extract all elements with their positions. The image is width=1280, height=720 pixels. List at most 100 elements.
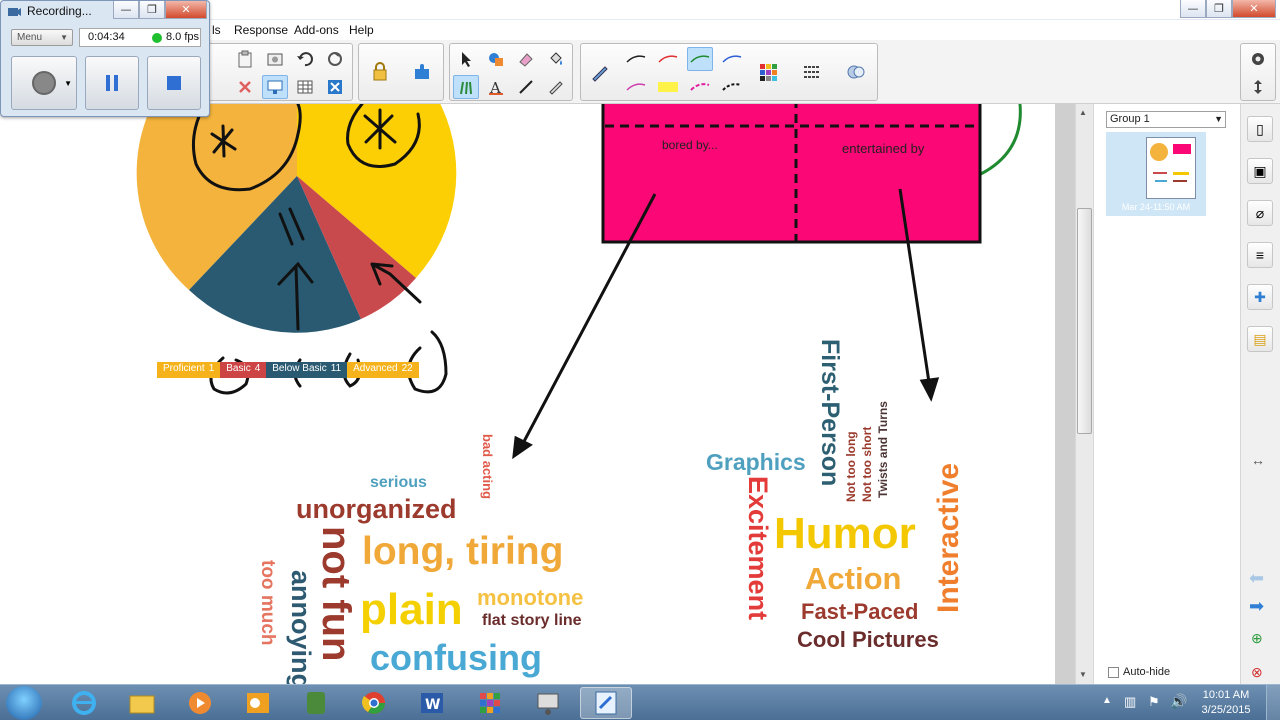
pens-icon[interactable]	[453, 75, 479, 99]
group-select[interactable]: Group 1 ▼	[1106, 111, 1226, 128]
action-center-icon[interactable]: ⚑	[1148, 694, 1160, 710]
recorder-close-button[interactable]: ✕	[165, 1, 207, 19]
taskbar-presenter-icon[interactable]	[522, 687, 574, 719]
redo-icon[interactable]	[322, 47, 348, 71]
lock-icon[interactable]	[367, 60, 393, 84]
elapsed-time: 0:04:34	[88, 31, 125, 43]
delete-icon[interactable]	[232, 75, 258, 99]
color-palette-icon[interactable]	[755, 60, 781, 84]
word-humor: Humor	[774, 509, 916, 558]
move-toolbar-icon[interactable]	[1245, 75, 1271, 99]
system-clock[interactable]: 10:01 AM 3/25/2015	[1196, 688, 1256, 718]
auto-hide-checkbox[interactable]: Auto-hide	[1108, 666, 1170, 678]
menu-help[interactable]: Help	[349, 23, 374, 37]
line-icon[interactable]	[513, 75, 539, 99]
lesson-tab-icon[interactable]: ▤	[1247, 326, 1273, 352]
vertical-scrollbar[interactable]: ▲ ▼	[1075, 104, 1093, 684]
gear-icon[interactable]	[1245, 47, 1271, 71]
taskbar-word-icon[interactable]: W	[406, 687, 458, 719]
side-tabs: ▯ ▣ ⌀ ≡ ✚ ▤ ↔ ⬅ ➡ ⊕ ⊗	[1240, 104, 1280, 684]
magic-pen-icon[interactable]	[543, 75, 569, 99]
taskbar-internet-explorer-icon[interactable]	[58, 687, 110, 719]
pause-icon	[106, 75, 118, 91]
addons-tab-icon[interactable]: ✚	[1247, 284, 1273, 310]
fill-icon[interactable]	[543, 47, 569, 71]
scroll-down-icon[interactable]: ▼	[1079, 670, 1087, 679]
pen-style-black[interactable]	[623, 47, 649, 71]
show-desktop-button[interactable]	[1266, 685, 1280, 720]
volume-icon[interactable]: 🔊	[1170, 693, 1187, 710]
taskbar-outlook-icon[interactable]	[232, 687, 284, 719]
eraser-icon[interactable]	[513, 47, 539, 71]
menu-response[interactable]: Response	[234, 23, 288, 37]
taskbar-chrome-icon[interactable]	[348, 687, 400, 719]
recorder-minimize-button[interactable]: —	[113, 1, 139, 19]
fps-readout: 8.0 fps	[166, 31, 200, 43]
pen-style-pink-dashed[interactable]	[687, 75, 713, 99]
minimize-button[interactable]: —	[1180, 0, 1206, 18]
word-not-too-short: Not too short	[860, 426, 874, 502]
text-icon[interactable]: A	[483, 75, 509, 99]
pen-icon[interactable]	[587, 60, 613, 84]
add-page-icon[interactable]: ⊕	[1251, 630, 1263, 647]
paste-icon[interactable]	[232, 47, 258, 71]
delete-page-icon[interactable]: ⊗	[1251, 664, 1263, 681]
screen-shade-icon[interactable]	[262, 75, 288, 99]
restore-button[interactable]: ❐	[1206, 0, 1232, 18]
clear-page-icon[interactable]	[322, 75, 348, 99]
toolbar-group-pen-styles	[580, 43, 878, 101]
legend-below-basic: Below Basic 11	[266, 362, 348, 378]
attachments-tab-icon[interactable]: ⌀	[1247, 200, 1273, 226]
recorder-menu-dropdown[interactable]: Menu ▼	[11, 29, 73, 46]
line-style-icon[interactable]	[799, 60, 825, 84]
word-too-much: too much	[257, 560, 278, 646]
pen-style-blue[interactable]	[719, 47, 745, 71]
table-icon[interactable]	[292, 75, 318, 99]
checkbox-box	[1108, 666, 1119, 678]
page-sorter-tab-icon[interactable]: ▯	[1247, 116, 1273, 142]
pen-style-magenta[interactable]	[623, 75, 649, 99]
pen-style-green[interactable]	[687, 47, 713, 71]
recorder-widget[interactable]: Recording... — ❐ ✕ Menu ▼ 0:04:34 8.0 fps…	[0, 0, 210, 117]
addons-puzzle-icon[interactable]	[409, 60, 435, 84]
taskbar-tiles-app-icon[interactable]	[464, 687, 516, 719]
bored-entertained-box	[601, 104, 982, 244]
record-button[interactable]: ▼	[11, 56, 77, 110]
shapes-icon[interactable]	[483, 47, 509, 71]
recorder-restore-button[interactable]: ❐	[139, 1, 165, 19]
taskbar-evernote-icon[interactable]	[290, 687, 342, 719]
menu-add-ons[interactable]: Add-ons	[294, 23, 339, 37]
previous-page-icon[interactable]: ⬅	[1249, 568, 1264, 589]
network-tray-icon[interactable]: ▥	[1124, 694, 1136, 710]
scrollbar-thumb[interactable]	[1077, 208, 1092, 434]
properties-icon[interactable]	[843, 60, 869, 84]
undo-icon[interactable]	[292, 47, 318, 71]
recorder-app-icon	[7, 4, 22, 19]
word-long-tiring: long, tiring	[362, 530, 564, 573]
pause-button[interactable]	[85, 56, 139, 110]
word-excitement: Excitement	[743, 476, 773, 621]
scroll-up-icon[interactable]: ▲	[1079, 108, 1087, 117]
notebook-canvas[interactable]: Proficient 1 Basic 4 Below Basic 11 Advance…	[0, 104, 1055, 684]
properties-tab-icon[interactable]: ≡	[1247, 242, 1273, 268]
show-hidden-icons-icon[interactable]: ▲	[1102, 695, 1112, 706]
taskbar-file-explorer-icon[interactable]	[116, 687, 168, 719]
taskbar-media-player-icon[interactable]	[174, 687, 226, 719]
next-page-icon[interactable]: ➡	[1249, 596, 1264, 617]
page-thumbnail[interactable]: Mar 24-11:50 AM	[1106, 132, 1206, 216]
select-arrow-icon[interactable]	[453, 47, 479, 71]
start-button[interactable]	[6, 686, 42, 720]
page-sorter-panel: Group 1 ▼ Mar 24-11:50 AM Auto-hide	[1093, 104, 1240, 684]
pen-style-yellow-highlight[interactable]	[655, 75, 681, 99]
menu-tools[interactable]: ls	[212, 23, 221, 37]
word-plain: plain	[360, 585, 463, 634]
word-annoying: annoying	[286, 570, 316, 684]
screen-capture-icon[interactable]	[262, 47, 288, 71]
gallery-tab-icon[interactable]: ▣	[1247, 158, 1273, 184]
close-window-button[interactable]: ✕	[1232, 0, 1276, 18]
pen-style-black-dotted[interactable]	[719, 75, 745, 99]
pen-style-red[interactable]	[655, 47, 681, 71]
stop-button[interactable]	[147, 56, 201, 110]
taskbar-notebook-icon[interactable]	[580, 687, 632, 719]
resize-panel-icon[interactable]: ↔	[1251, 452, 1265, 468]
